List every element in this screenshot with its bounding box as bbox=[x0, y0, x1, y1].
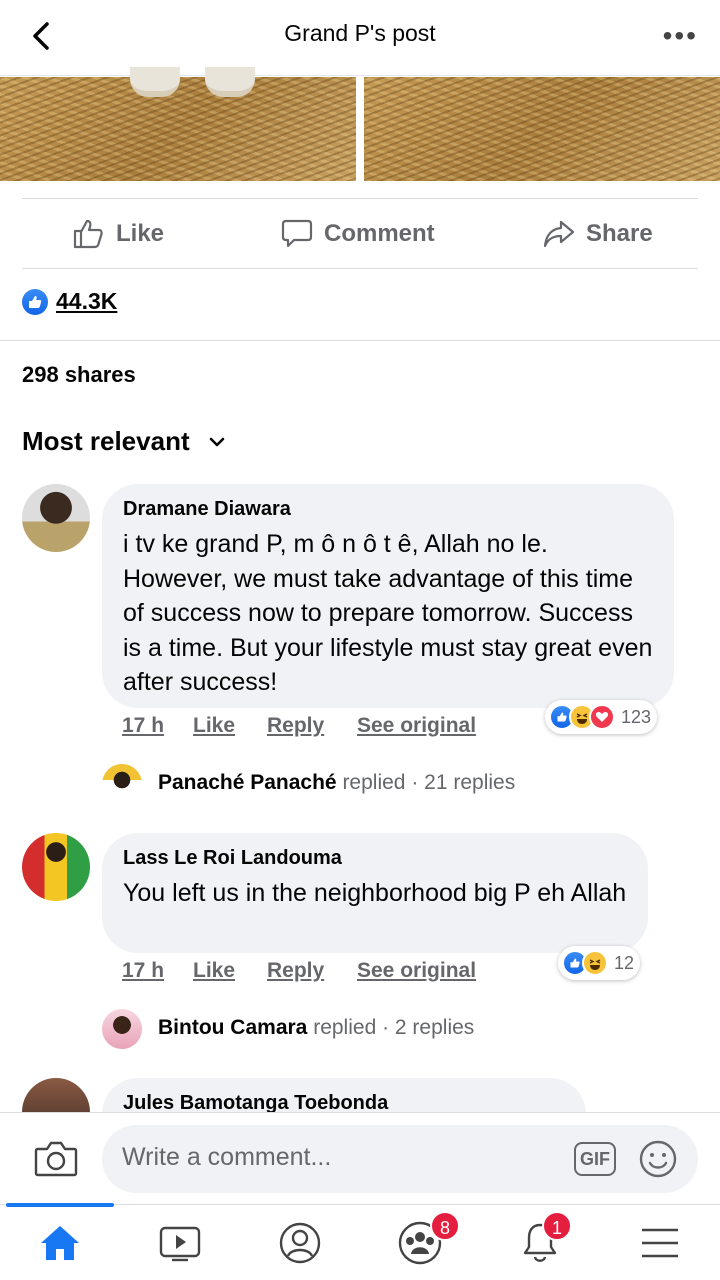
comment-label: Comment bbox=[324, 220, 435, 247]
emoji-icon bbox=[639, 1140, 677, 1178]
tab-profile[interactable] bbox=[240, 1205, 360, 1280]
bottom-tab-bar: 8 1 bbox=[0, 1203, 720, 1280]
love-reaction-icon bbox=[589, 704, 615, 730]
more-icon[interactable]: ••• bbox=[663, 22, 698, 50]
tab-home[interactable] bbox=[0, 1203, 120, 1280]
comment-like-link[interactable]: Like bbox=[193, 714, 235, 738]
avatar[interactable] bbox=[102, 764, 142, 804]
share-icon bbox=[543, 220, 575, 248]
post-action-bar: Like Comment Share bbox=[22, 198, 698, 269]
see-original-link[interactable]: See original bbox=[357, 959, 476, 983]
comment-composer: GIF bbox=[0, 1112, 720, 1204]
camera-icon bbox=[34, 1141, 78, 1177]
reaction-count: 12 bbox=[614, 952, 635, 973]
comment-time[interactable]: 17 h bbox=[122, 714, 164, 738]
comment-input[interactable] bbox=[122, 1143, 542, 1172]
like-label: Like bbox=[116, 220, 165, 247]
tab-groups[interactable]: 8 bbox=[360, 1205, 480, 1280]
reply-count: · 2 replies bbox=[382, 1016, 475, 1039]
reply-verb: replied bbox=[342, 771, 406, 794]
comment-reactions[interactable]: 123 bbox=[545, 700, 658, 734]
comment-author[interactable]: Lass Le Roi Landouma bbox=[123, 847, 628, 870]
see-original-link[interactable]: See original bbox=[357, 714, 476, 738]
avatar[interactable] bbox=[102, 1009, 142, 1049]
profile-icon bbox=[279, 1222, 321, 1264]
gif-icon[interactable]: GIF bbox=[574, 1142, 616, 1176]
view-replies-link[interactable]: Panaché Panaché replied · 21 replies bbox=[158, 771, 515, 795]
like-button[interactable]: Like bbox=[72, 199, 164, 269]
post-photos[interactable] bbox=[0, 67, 720, 181]
emoji-button[interactable] bbox=[638, 1139, 678, 1184]
comment-text: You left us in the neighborhood big P eh… bbox=[123, 879, 627, 907]
active-tab-indicator bbox=[6, 1203, 114, 1207]
share-label: Share bbox=[586, 220, 653, 247]
top-bar: Grand P's post ••• bbox=[0, 0, 720, 76]
reaction-count: 123 bbox=[621, 706, 652, 727]
chevron-down-icon bbox=[209, 437, 224, 446]
groups-badge: 8 bbox=[430, 1211, 460, 1241]
comment-icon bbox=[281, 219, 313, 248]
comment-author[interactable]: Dramane Diawara bbox=[123, 498, 654, 521]
watch-icon bbox=[159, 1226, 201, 1262]
camera-button[interactable] bbox=[34, 1139, 78, 1184]
comment-sort-dropdown[interactable]: Most relevant bbox=[22, 426, 226, 457]
menu-icon bbox=[642, 1228, 678, 1258]
tab-notifications[interactable]: 1 bbox=[480, 1205, 600, 1280]
tab-menu[interactable] bbox=[600, 1205, 720, 1280]
comment-field[interactable]: GIF bbox=[102, 1125, 698, 1193]
comment-reply-link[interactable]: Reply bbox=[267, 714, 324, 738]
comment-bubble[interactable]: Lass Le Roi Landouma You left us in the … bbox=[102, 833, 648, 953]
view-replies-link[interactable]: Bintou Camara replied · 2 replies bbox=[158, 1016, 474, 1040]
reactions-summary[interactable]: 44.3K bbox=[22, 288, 117, 315]
comment-text: i tv ke grand P, m ô n ô t ê, Allah no l… bbox=[123, 530, 653, 696]
comment-like-link[interactable]: Like bbox=[193, 959, 235, 983]
page-title: Grand P's post bbox=[284, 20, 436, 46]
notifications-badge: 1 bbox=[542, 1211, 572, 1241]
like-reaction-icon bbox=[22, 288, 48, 315]
avatar[interactable] bbox=[22, 833, 90, 901]
post-photo-right[interactable] bbox=[364, 77, 720, 181]
sort-label: Most relevant bbox=[22, 426, 190, 456]
home-icon bbox=[41, 1226, 79, 1260]
shoe-image bbox=[205, 67, 255, 97]
share-count[interactable]: 298 shares bbox=[22, 362, 136, 388]
reply-count: · 21 replies bbox=[411, 771, 516, 794]
tab-watch[interactable] bbox=[120, 1205, 240, 1280]
comment-time[interactable]: 17 h bbox=[122, 959, 164, 983]
comment-button[interactable]: Comment bbox=[280, 199, 435, 269]
comment-bubble[interactable]: Dramane Diawara i tv ke grand P, m ô n ô… bbox=[102, 484, 674, 708]
like-icon bbox=[73, 219, 103, 249]
comment-reactions[interactable]: 12 bbox=[558, 946, 641, 980]
comment-reply-link[interactable]: Reply bbox=[267, 959, 324, 983]
reaction-count[interactable]: 44.3K bbox=[56, 288, 117, 315]
divider bbox=[0, 340, 720, 341]
reply-author: Bintou Camara bbox=[158, 1016, 308, 1039]
haha-reaction-icon bbox=[582, 950, 608, 976]
share-button[interactable]: Share bbox=[542, 199, 653, 269]
shoe-image bbox=[130, 67, 180, 97]
post-photo-left[interactable] bbox=[0, 67, 356, 181]
avatar[interactable] bbox=[22, 484, 90, 552]
reply-verb: replied bbox=[313, 1016, 377, 1039]
reply-author: Panaché Panaché bbox=[158, 771, 337, 794]
